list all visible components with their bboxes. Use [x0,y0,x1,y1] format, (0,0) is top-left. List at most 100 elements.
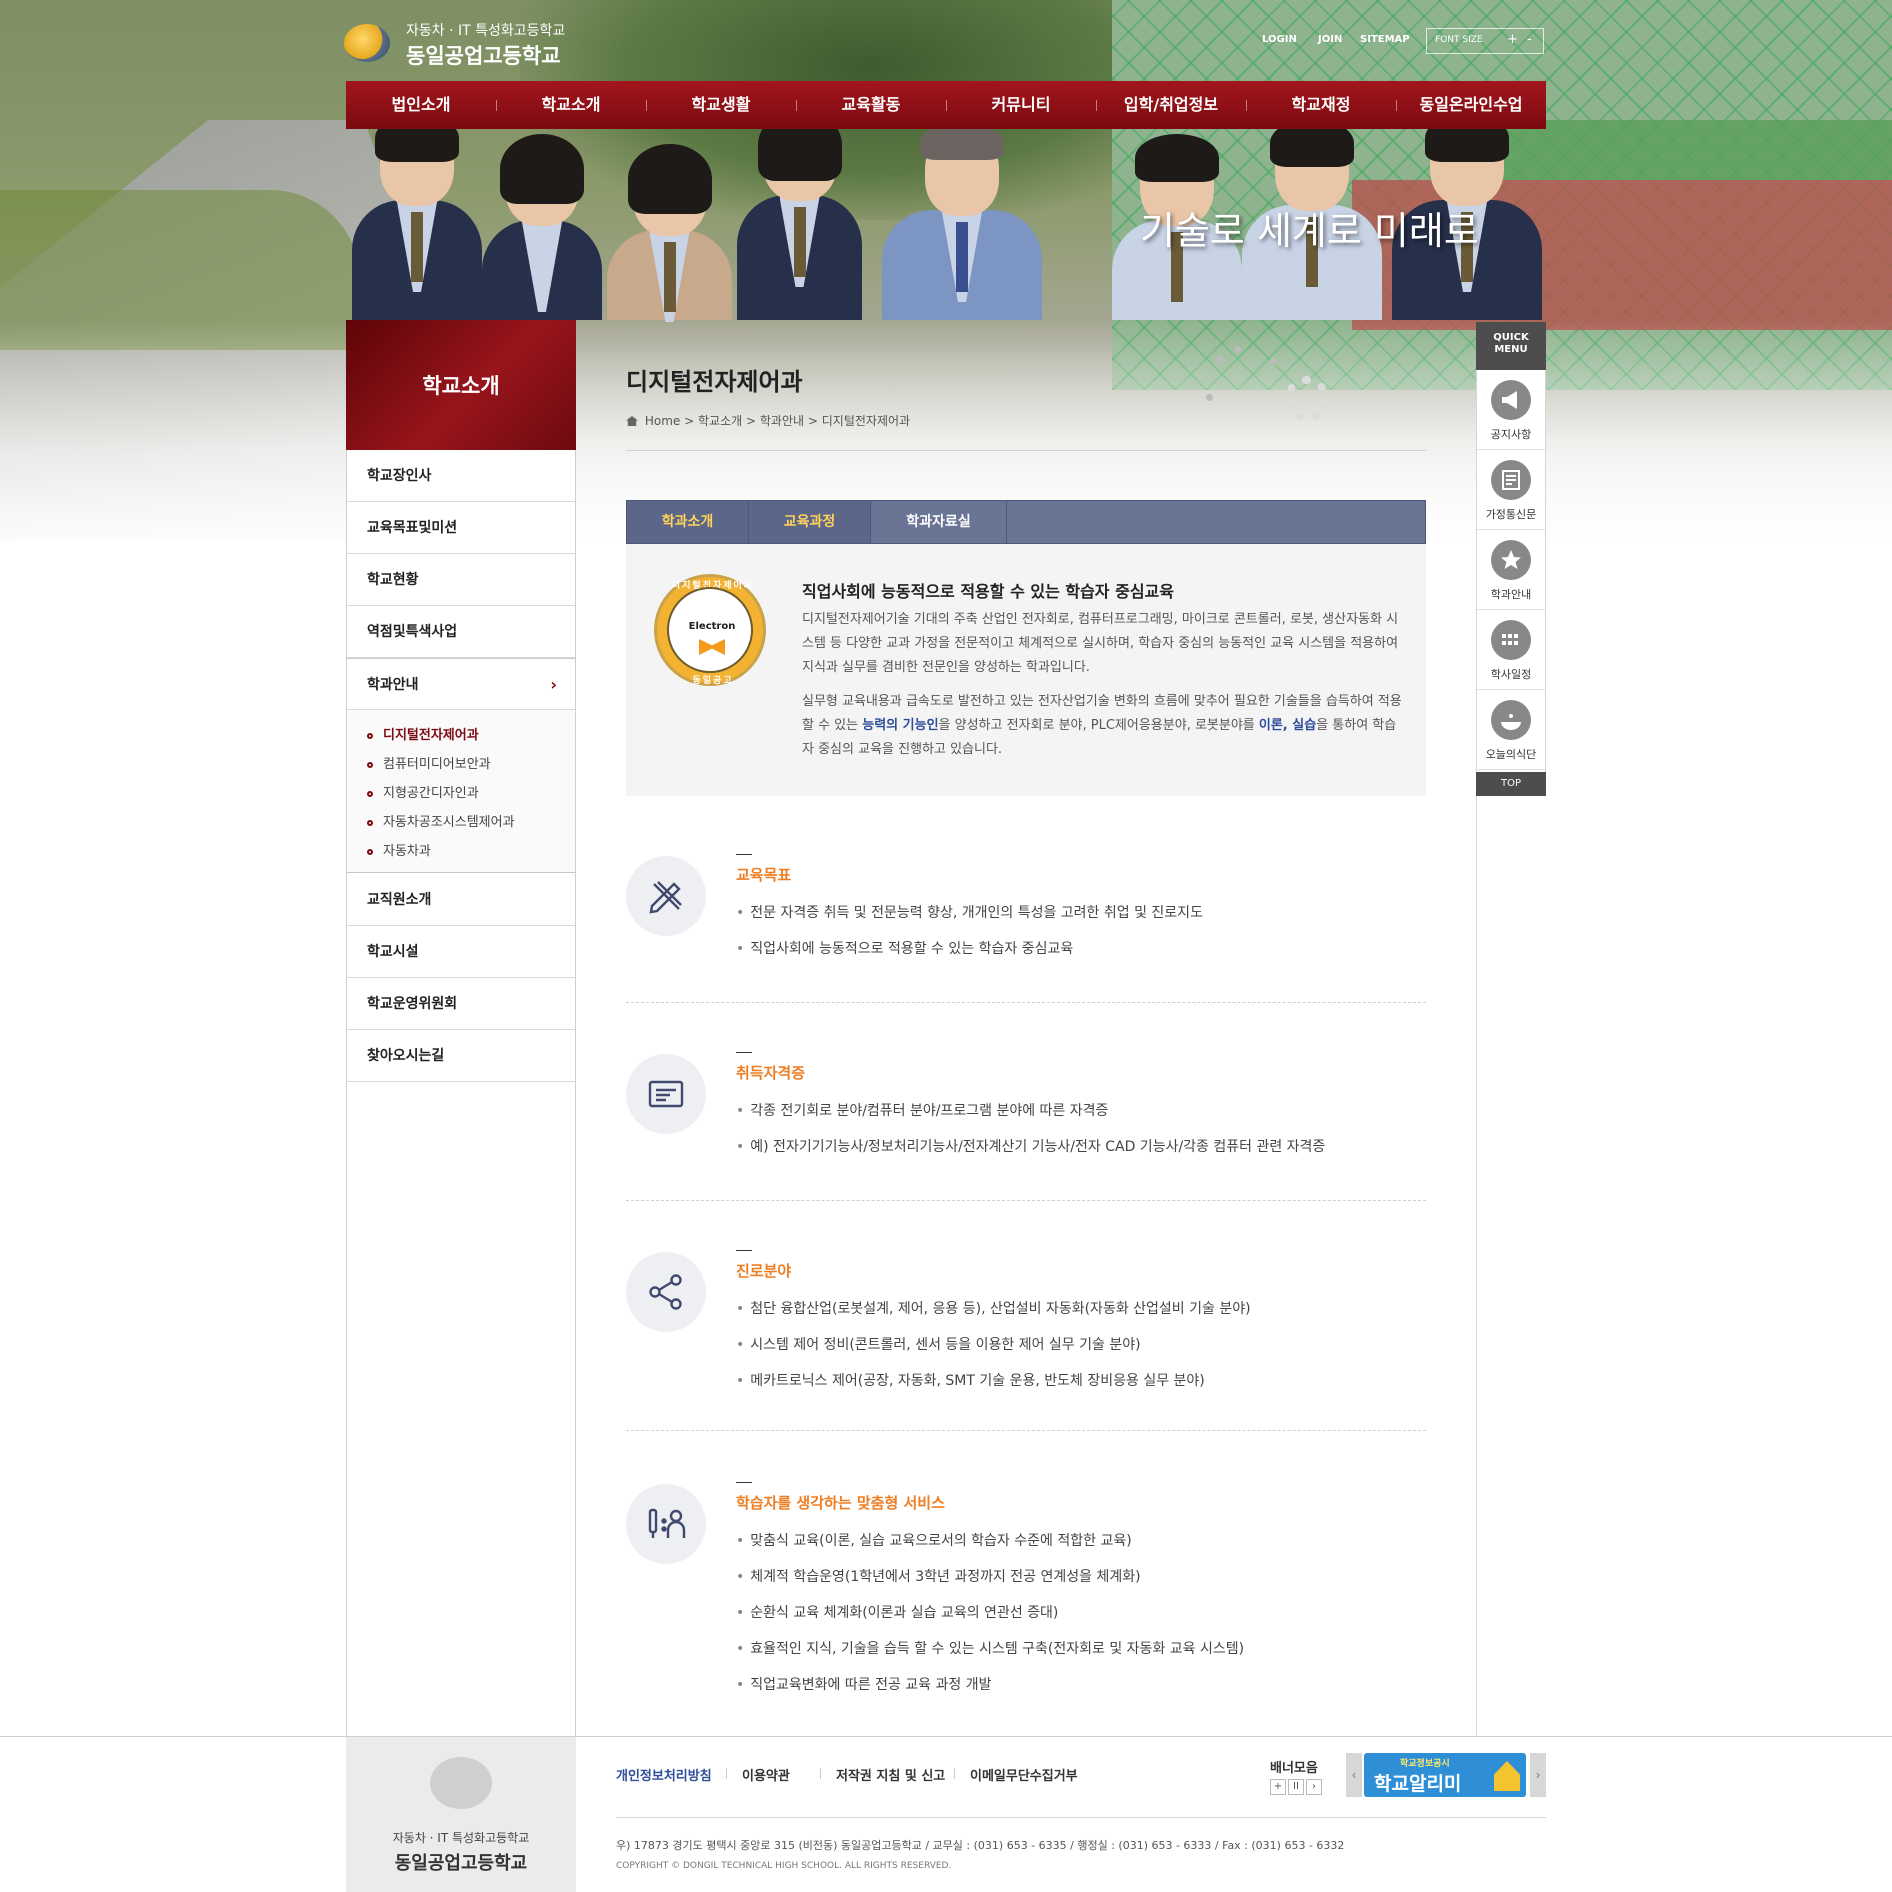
section-title: 교육목표 [736,866,792,884]
share-icon [626,1252,706,1332]
footer: 자동차 · IT 특성화고등학교 동일공업고등학교 개인정보처리방침 이용약관 … [0,1736,1892,1892]
submenu-item-computer-media[interactable]: 컴퓨터미디어보안과 [367,753,491,772]
tab-resources[interactable]: 학과자료실 [871,501,1007,543]
banner-prev-button[interactable]: ‹ [1346,1753,1362,1797]
certificate-icon [626,1054,706,1134]
meal-icon [1491,700,1531,740]
bow-icon [699,639,725,655]
breadcrumb-item[interactable]: 학교소개 [698,414,742,428]
sidebar: 학교소개 학교장인사 교육목표및미션 학교현황 역점및특색사업 학과안내 › 디… [346,320,576,1736]
quick-menu-title-line: MENU [1494,344,1528,355]
submenu-label: 자동차과 [383,844,431,859]
gnb-item-community[interactable]: 커뮤니티 [946,81,1096,129]
decoration-node [1234,346,1241,353]
list-item: • 첨단 융합산업(로봇설계, 제어, 응용 등), 산업설비 자동화(자동화 산… [736,1301,1251,1317]
quick-item-notice[interactable]: 공지사항 [1477,370,1545,450]
school-emblem-icon [344,24,390,62]
list-item: • 직업교육변화에 따른 전공 교육 과정 개발 [736,1677,992,1693]
pencil-ruler-icon [626,856,706,936]
intro-highlight: 이론, 실습 [1258,718,1317,733]
gnb-item-school-life[interactable]: 학교생활 [646,81,796,129]
list-item: • 맞춤식 교육(이론, 실습 교육으로서의 학습자 수준에 적합한 교육) [736,1533,1132,1549]
sidebar-item-facilities[interactable]: 학교시설 [347,926,575,978]
submenu-label: 지형공간디자인과 [383,786,479,801]
banner-subtitle: 학교정보공시 [1400,1759,1450,1769]
footer-logo: 자동차 · IT 특성화고등학교 동일공업고등학교 [346,1737,576,1892]
sidebar-item-departments[interactable]: 학과안내 › [347,658,575,710]
list-item-text: 맞춤식 교육(이론, 실습 교육으로서의 학습자 수준에 적합한 교육) [750,1533,1132,1549]
sidebar-item-principal-greeting[interactable]: 학교장인사 [347,450,575,502]
section-dash [736,1250,752,1251]
gnb-item-corporation[interactable]: 법인소개 [346,81,496,129]
banner-play-button[interactable]: › [1306,1779,1322,1795]
sidebar-item-status[interactable]: 학교현황 [347,554,575,606]
email-refusal-link[interactable]: 이메일무단수집거부 [970,1765,1078,1784]
list-item: • 체계적 학습운영(1학년에서 3학년 과정까지 전공 연계성을 체계화) [736,1569,1141,1585]
sidebar-item-directions[interactable]: 찾아오시는길 [347,1030,575,1082]
school-info-banner[interactable]: 학교정보공시 학교알리미 [1364,1753,1526,1797]
font-size-label: FONT SIZE [1435,35,1483,45]
list-item: • 예) 전자기기기능사/정보처리기능사/전자계산기 기능사/전자 CAD 기능사… [736,1139,1326,1155]
font-size-decrease-button[interactable]: - [1527,32,1532,47]
banner-next-button[interactable]: › [1530,1753,1546,1797]
breadcrumb-separator: > [684,414,695,428]
quick-item-newsletter[interactable]: 가정통신문 [1477,450,1545,530]
sidebar-item-staff[interactable]: 교직원소개 [347,874,575,926]
privacy-policy-link[interactable]: 개인정보처리방침 [616,1765,712,1784]
submenu-item-automotive-hvac[interactable]: 자동차공조시스템제어과 [367,811,515,830]
department-badge-icon: 디지털전자제어과 Electron 동일공고 [654,574,766,686]
footer-link-separator [954,1768,955,1779]
submenu-item-digital-electronics[interactable]: 디지털전자제어과 [367,724,479,743]
list-item: • 메카트로닉스 제어(공장, 자동화, SMT 기술 운용, 반도체 장비응용 … [736,1373,1205,1389]
intro-paragraph: 디지털전자제어기술 기대의 주축 산업인 전자회로, 컴퓨터프로그래밍, 마이크… [802,612,1399,675]
font-size-increase-button[interactable]: + [1507,32,1518,47]
sidebar-title: 학교소개 [422,374,500,398]
student-figure [352,114,482,320]
badge-ring-bottom: 동일공고 [692,676,734,686]
quick-item-meal[interactable]: 오늘의식단 [1477,690,1545,770]
gnb-item-online-class[interactable]: 동일온라인수업 [1396,81,1546,129]
calendar-icon [1491,620,1531,660]
list-item-text: 체계적 학습운영(1학년에서 3학년 과정까지 전공 연계성을 체계화) [750,1569,1141,1585]
banner-add-button[interactable]: + [1270,1779,1286,1795]
scroll-top-button[interactable]: TOP [1476,772,1546,796]
list-item-text: 각종 전기회로 분야/컴퓨터 분야/프로그램 분야에 따른 자격증 [750,1103,1109,1119]
breadcrumb-item[interactable]: 학과안내 [760,414,804,428]
footer-copyright: COPYRIGHT © DONGIL TECHNICAL HIGH SCHOOL… [616,1861,952,1871]
sidebar-item-committee[interactable]: 학교운영위원회 [347,978,575,1030]
footer-logo-subtitle: 자동차 · IT 특성화고등학교 [392,1831,530,1845]
list-item: • 효율적인 지식, 기술을 습득 할 수 있는 시스템 구축(전자회로 및 자동… [736,1641,1245,1657]
bullet-icon [367,761,373,768]
tab-curriculum[interactable]: 교육과정 [749,501,871,543]
student-figure [482,134,602,320]
sidebar-item-special-projects[interactable]: 역점및특색사업 [347,606,575,658]
breadcrumb-home[interactable]: Home [645,414,680,428]
logo-title: 동일공업고등학교 [406,44,561,68]
gnb-item-finance[interactable]: 학교재정 [1246,81,1396,129]
quick-item-schedule[interactable]: 학사일정 [1477,610,1545,690]
quick-item-department-guide[interactable]: 학과안내 [1477,530,1545,610]
terms-link[interactable]: 이용약관 [742,1765,790,1784]
banner-pause-button[interactable]: II [1288,1779,1304,1795]
student-figure [737,109,862,320]
hero-banner: 자동차 · IT 특성화고등학교 동일공업고등학교 LOGIN JOIN SIT… [0,0,1892,560]
gnb-item-school-intro[interactable]: 학교소개 [496,81,646,129]
list-item-text: 순환식 교육 체계화(이론과 실습 교육의 연관선 증대) [750,1605,1059,1621]
copyright-policy-link[interactable]: 저작권 지침 및 신고 [836,1765,945,1784]
sitemap-link[interactable]: SITEMAP [1360,34,1410,45]
submenu-item-automotive[interactable]: 자동차과 [367,840,431,859]
school-logo[interactable]: 자동차 · IT 특성화고등학교 동일공업고등학교 [344,18,574,68]
title-decoration [1200,346,1330,422]
home-icon [626,416,638,426]
intro-highlight: 능력의 기능인 [862,718,939,733]
gnb-item-admission[interactable]: 입학/취업정보 [1096,81,1246,129]
quick-item-label: 공지사항 [1490,428,1532,441]
login-link[interactable]: LOGIN [1262,34,1297,45]
student-figure [607,144,732,322]
tab-department-intro[interactable]: 학과소개 [627,501,749,543]
sidebar-item-goals-mission[interactable]: 교육목표및미션 [347,502,575,554]
submenu-item-spatial-design[interactable]: 지형공간디자인과 [367,782,479,801]
join-link[interactable]: JOIN [1318,34,1342,45]
gnb-item-education[interactable]: 교육활동 [796,81,946,129]
section-divider [626,1002,1426,1003]
